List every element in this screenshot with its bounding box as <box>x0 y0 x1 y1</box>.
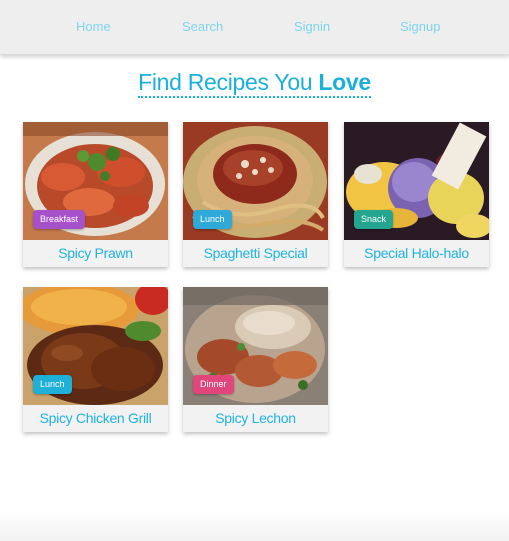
page-title-emphasis: Love <box>318 69 371 95</box>
page-title: Find Recipes You Love <box>0 69 509 98</box>
recipe-title-spicy-lechon[interactable]: Spicy Lechon <box>183 405 328 432</box>
recipe-card-spicy-lechon[interactable]: Dinner Spicy Lechon <box>183 287 328 432</box>
footer-bar <box>0 510 509 541</box>
nav-signup-link[interactable]: Signup <box>400 19 440 34</box>
recipe-card-special-halo-halo[interactable]: Snack Special Halo-halo <box>344 122 489 267</box>
recipe-card-spicy-prawn[interactable]: Breakfast Spicy Prawn <box>23 122 168 267</box>
page-title-underline: Find Recipes You Love <box>138 69 371 98</box>
top-navbar: Home Search Signin Signup <box>0 0 509 55</box>
page-title-text: Find Recipes You <box>138 69 313 95</box>
category-badge-lunch-2: Lunch <box>33 375 72 394</box>
nav-home-link[interactable]: Home <box>76 19 111 34</box>
nav-signin-link[interactable]: Signin <box>294 19 330 34</box>
recipe-card-spaghetti-special[interactable]: Lunch Spaghetti Special <box>183 122 328 267</box>
nav-search-link[interactable]: Search <box>182 19 223 34</box>
recipe-title-special-halo-halo[interactable]: Special Halo-halo <box>344 240 489 267</box>
category-badge-dinner: Dinner <box>193 375 234 394</box>
category-badge-breakfast: Breakfast <box>33 210 86 229</box>
page: Home Search Signin Signup Find Recipes Y… <box>0 0 509 541</box>
recipe-title-spicy-prawn[interactable]: Spicy Prawn <box>23 240 168 267</box>
recipe-title-spaghetti-special[interactable]: Spaghetti Special <box>183 240 328 267</box>
category-badge-lunch: Lunch <box>193 210 232 229</box>
recipe-card-spicy-chicken-grill[interactable]: Lunch Spicy Chicken Grill <box>23 287 168 432</box>
recipe-title-spicy-chicken-grill[interactable]: Spicy Chicken Grill <box>23 405 168 432</box>
category-badge-snack: Snack <box>354 210 394 229</box>
